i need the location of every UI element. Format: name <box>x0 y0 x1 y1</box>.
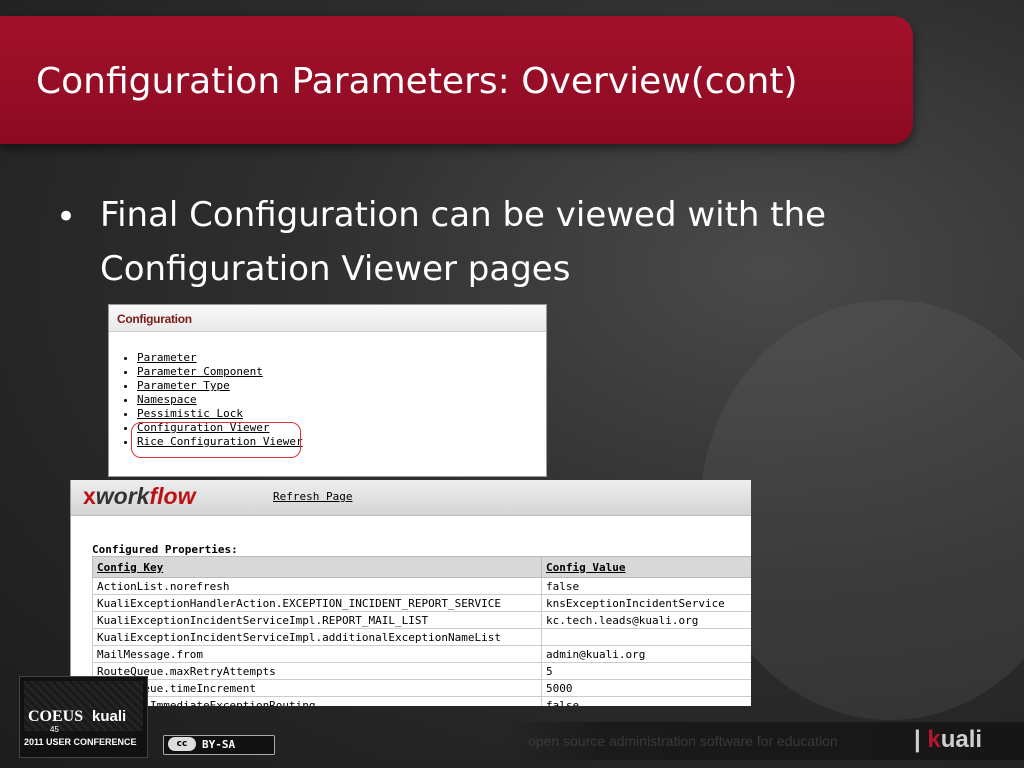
config-key-cell: ActionList.norefresh <box>92 577 542 595</box>
cc-license-text: BY-SA <box>202 738 236 751</box>
kuali-logo-rest: uali <box>940 726 983 753</box>
footer-tagline: open source administration software for … <box>528 733 838 749</box>
config-key-cell: RouteQueue.maxRetryAttempts <box>92 662 542 680</box>
table-row: RouteQueue.timeIncrement 5000 <box>92 679 751 697</box>
column-header-config-key[interactable]: Config Key <box>92 556 542 578</box>
coeus-logo-text: COEUS <box>28 708 84 725</box>
config-key-cell: KualiExceptionHandlerAction.EXCEPTION_IN… <box>92 594 542 612</box>
table-row: KualiExceptionHandlerAction.EXCEPTION_IN… <box>92 594 751 612</box>
configuration-panel-header: Configuration <box>109 305 546 332</box>
config-link-namespace[interactable]: Namespace <box>137 393 197 406</box>
column-header-config-value[interactable]: Config Value <box>541 556 751 578</box>
workflow-header: xworkflow Refresh Page <box>71 480 751 516</box>
table-row: RouteQueue.maxRetryAttempts 5 <box>92 662 751 680</box>
config-value-cell <box>541 628 751 646</box>
workflow-logo: xworkflow <box>83 483 195 510</box>
coeus-logo-number: 45 <box>50 725 59 734</box>
config-link-parameter-type[interactable]: Parameter Type <box>137 379 230 392</box>
workflow-logo-flow: flow <box>149 483 196 509</box>
configured-properties-label: Configured Properties: <box>92 543 238 556</box>
config-value-cell: 5 <box>541 662 751 680</box>
table-row: KualiExceptionIncidentServiceImpl.REPORT… <box>92 611 751 629</box>
table-row: KualiExceptionIncidentServiceImpl.additi… <box>92 628 751 646</box>
kuali-logo: | kuali <box>914 726 983 753</box>
config-key-cell: KualiExceptionIncidentServiceImpl.additi… <box>92 628 542 646</box>
table-row: Routing.ImmediateExceptionRouting false <box>92 696 751 706</box>
creative-commons-icon: cc <box>168 737 196 751</box>
bullet-icon: • <box>56 197 77 237</box>
highlight-circle <box>131 422 301 458</box>
workflow-logo-work: work <box>95 483 150 509</box>
coeus-kuali-text: kuali <box>92 708 127 725</box>
config-value-cell: false <box>541 577 751 595</box>
configuration-panel-title: Configuration <box>117 312 192 326</box>
config-link-item: Parameter Component <box>137 365 303 379</box>
coeus-conference-logo: COEUS 45 kuali 2011 USER CONFERENCE <box>19 676 148 758</box>
config-link-pessimistic-lock[interactable]: Pessimistic Lock <box>137 407 243 420</box>
slide-title: Configuration Parameters: Overview(cont) <box>36 61 798 102</box>
bullet-text: Final Configuration can be viewed with t… <box>100 195 827 289</box>
config-key-cell: MailMessage.from <box>92 645 542 663</box>
config-table-header: Config Key Config Value <box>92 556 751 578</box>
config-key-cell: KualiExceptionIncidentServiceImpl.REPORT… <box>92 611 542 629</box>
config-value-cell: admin@kuali.org <box>541 645 751 663</box>
config-link-item: Parameter Type <box>137 379 303 393</box>
config-link-item: Namespace <box>137 393 303 407</box>
config-value-cell: knsExceptionIncidentService <box>541 594 751 612</box>
workflow-logo-x: x <box>83 483 96 509</box>
config-key-cell: RouteQueue.timeIncrement <box>92 679 542 697</box>
config-link-item: Parameter <box>137 351 303 365</box>
cc-license-badge: cc BY-SA <box>163 735 275 755</box>
table-row: ActionList.norefresh false <box>92 577 751 595</box>
workflow-screenshot: xworkflow Refresh Page Configured Proper… <box>70 480 751 706</box>
conference-text: 2011 USER CONFERENCE <box>24 737 137 747</box>
table-row: MailMessage.from admin@kuali.org <box>92 645 751 663</box>
config-link-parameter-component[interactable]: Parameter Component <box>137 365 263 378</box>
config-value-cell: kc.tech.leads@kuali.org <box>541 611 751 629</box>
kuali-logo-k: k <box>927 726 941 753</box>
config-value-cell: false <box>541 696 751 706</box>
config-table: Config Key Config Value ActionList.noref… <box>92 556 751 706</box>
config-link-parameter[interactable]: Parameter <box>137 351 197 364</box>
config-link-item: Pessimistic Lock <box>137 407 303 421</box>
config-key-cell: Routing.ImmediateExceptionRouting <box>92 696 542 706</box>
config-value-cell: 5000 <box>541 679 751 697</box>
refresh-page-link[interactable]: Refresh Page <box>273 490 352 503</box>
